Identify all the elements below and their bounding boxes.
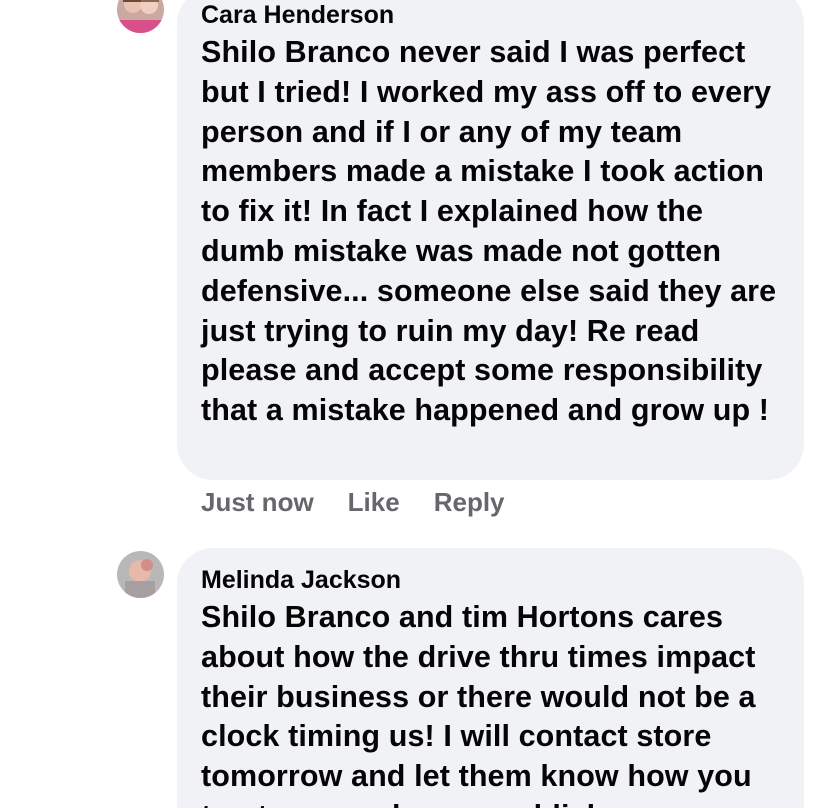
like-button[interactable]: Like [348, 487, 400, 517]
comment-bubble: Melinda Jackson Shilo Branco and tim Hor… [177, 548, 804, 808]
avatar-photo-icon [117, 551, 164, 598]
comment-text: Shilo Branco never said I was perfect bu… [201, 33, 786, 431]
avatar-photo-icon [117, 0, 164, 33]
comment-bubble: Cara Henderson Shilo Branco never said I… [177, 0, 804, 480]
reply-button[interactable]: Reply [434, 487, 505, 517]
mention-link[interactable]: Shilo Branco [201, 600, 390, 634]
comment-item: Melinda Jackson Shilo Branco and tim Hor… [0, 548, 828, 808]
avatar[interactable] [117, 551, 164, 598]
comment-timestamp[interactable]: Just now [201, 487, 314, 517]
comment-actions: Just now Like Reply [201, 487, 539, 517]
comment-author[interactable]: Melinda Jackson [201, 565, 786, 595]
comment-text: Shilo Branco and tim Hortons cares about… [201, 598, 786, 808]
comment-item: Cara Henderson Shilo Branco never said I… [0, 0, 828, 530]
comment-thread: Cara Henderson Shilo Branco never said I… [0, 0, 828, 808]
comment-body: never said I was perfect but I tried! I … [201, 35, 777, 428]
avatar[interactable] [117, 0, 164, 33]
mention-link[interactable]: Shilo Branco [201, 35, 390, 69]
comment-author[interactable]: Cara Henderson [201, 0, 786, 30]
